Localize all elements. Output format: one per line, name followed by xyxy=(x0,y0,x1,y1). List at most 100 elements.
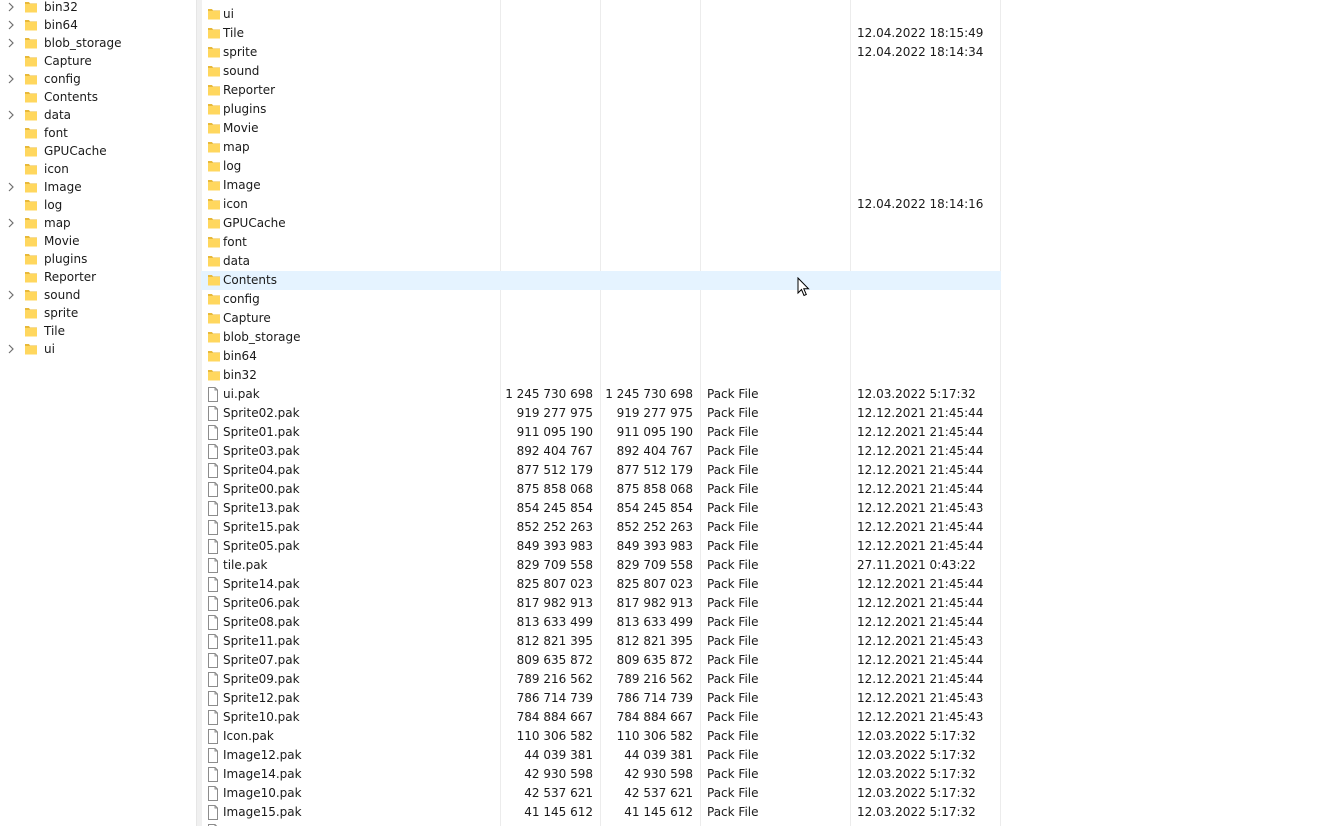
file-name: Sprite11.pak xyxy=(223,634,300,648)
tree-item-tile[interactable]: Tile xyxy=(0,322,196,340)
tree-item-contents[interactable]: Contents xyxy=(0,88,196,106)
file-size-on-disk: 110 306 582 xyxy=(616,729,693,743)
date-modified: 12.12.2021 21:45:44 xyxy=(857,444,984,458)
folder-row[interactable]: blob_storage xyxy=(201,328,1001,347)
chevron-right-icon[interactable] xyxy=(7,74,15,84)
folder-row[interactable]: bin32 xyxy=(201,366,1001,385)
folder-row[interactable]: data xyxy=(201,252,1001,271)
file-name: tile.pak xyxy=(223,558,268,572)
file-name: Sprite03.pak xyxy=(223,444,300,458)
tree-item-label: icon xyxy=(44,162,69,176)
date-modified: 12.04.2022 18:14:16 xyxy=(857,197,984,211)
folder-icon xyxy=(25,308,37,319)
folder-row[interactable]: ui xyxy=(201,5,1001,24)
file-row[interactable]: Sprite04.pak 877 512 179 877 512 179 Pack F… xyxy=(201,461,1001,480)
file-name: Sprite12.pak xyxy=(223,691,300,705)
file-row[interactable]: Sprite05.pak 849 393 983 849 393 983 Pack F… xyxy=(201,537,1001,556)
file-row[interactable]: Sprite12.pak 786 714 739 786 714 739 Pack F… xyxy=(201,689,1001,708)
tree-item-capture[interactable]: Capture xyxy=(0,52,196,70)
folder-row[interactable]: config xyxy=(201,290,1001,309)
tree-item-reporter[interactable]: Reporter xyxy=(0,268,196,286)
file-name: Sprite07.pak xyxy=(223,653,300,667)
file-icon xyxy=(208,425,218,440)
folder-row[interactable]: Reporter xyxy=(201,81,1001,100)
file-row[interactable]: Sprite13.pak 854 245 854 854 245 854 Pack F… xyxy=(201,499,1001,518)
folder-row[interactable]: font xyxy=(201,233,1001,252)
file-row[interactable]: Sprite06.pak 817 982 913 817 982 913 Pack F… xyxy=(201,594,1001,613)
chevron-right-icon[interactable] xyxy=(7,182,15,192)
file-row[interactable]: Image10.pak 42 537 621 42 537 621 Pack File… xyxy=(201,784,1001,803)
tree-item-bin32[interactable]: bin32 xyxy=(0,0,196,16)
tree-item-plugins[interactable]: plugins xyxy=(0,250,196,268)
tree-item-ui[interactable]: ui xyxy=(0,340,196,358)
chevron-right-icon[interactable] xyxy=(7,290,15,300)
file-row[interactable]: Sprite10.pak 784 884 667 784 884 667 Pack F… xyxy=(201,708,1001,727)
chevron-right-icon[interactable] xyxy=(7,2,15,12)
file-row[interactable]: Sprite09.pak 789 216 562 789 216 562 Pack F… xyxy=(201,670,1001,689)
file-row[interactable]: Sprite02.pak 919 277 975 919 277 975 Pack F… xyxy=(201,404,1001,423)
date-modified: 12.04.2022 18:14:34 xyxy=(857,45,984,59)
folder-icon xyxy=(208,370,220,381)
folder-icon xyxy=(208,199,220,210)
chevron-right-icon[interactable] xyxy=(7,110,15,120)
file-icon xyxy=(208,653,218,668)
folder-row[interactable]: Capture xyxy=(201,309,1001,328)
file-row[interactable]: Sprite08.pak 813 633 499 813 633 499 Pack F… xyxy=(201,613,1001,632)
tree-item-icon[interactable]: icon xyxy=(0,160,196,178)
file-row[interactable]: Sprite11.pak 812 821 395 812 821 395 Pack F… xyxy=(201,632,1001,651)
folder-row[interactable]: map xyxy=(201,138,1001,157)
chevron-right-icon[interactable] xyxy=(7,344,15,354)
tree-item-bin64[interactable]: bin64 xyxy=(0,16,196,34)
file-type: Pack File xyxy=(707,387,759,401)
file-row[interactable]: Icon.pak 110 306 582 110 306 582 Pack File 1… xyxy=(201,727,1001,746)
file-row[interactable]: Image14.pak 42 930 598 42 930 598 Pack File… xyxy=(201,765,1001,784)
folder-icon xyxy=(25,218,37,229)
file-name: blob_storage xyxy=(223,330,301,344)
folder-row[interactable]: Tile 12.04.2022 18:15:49 xyxy=(201,24,1001,43)
tree-item-log[interactable]: log xyxy=(0,196,196,214)
folder-icon xyxy=(208,294,220,305)
file-type: Pack File xyxy=(707,615,759,629)
folder-row[interactable]: Image xyxy=(201,176,1001,195)
file-name: Sprite02.pak xyxy=(223,406,300,420)
file-name: map xyxy=(223,140,250,154)
chevron-right-icon[interactable] xyxy=(7,38,15,48)
file-size: 919 277 975 xyxy=(516,406,593,420)
chevron-right-icon[interactable] xyxy=(7,218,15,228)
folder-row[interactable]: bin64 xyxy=(201,347,1001,366)
file-row[interactable] xyxy=(201,822,1001,826)
tree-item-data[interactable]: data xyxy=(0,106,196,124)
chevron-right-icon[interactable] xyxy=(7,20,15,30)
file-row[interactable]: Image12.pak 44 039 381 44 039 381 Pack File… xyxy=(201,746,1001,765)
folder-row[interactable]: icon 12.04.2022 18:14:16 xyxy=(201,195,1001,214)
folder-row[interactable]: sprite 12.04.2022 18:14:34 xyxy=(201,43,1001,62)
folder-row[interactable]: plugins xyxy=(201,100,1001,119)
tree-item-movie[interactable]: Movie xyxy=(0,232,196,250)
tree-item-image[interactable]: Image xyxy=(0,178,196,196)
tree-item-label: GPUCache xyxy=(44,144,107,158)
tree-item-label: Reporter xyxy=(44,270,97,284)
folder-row[interactable]: Contents xyxy=(201,271,1001,290)
file-row[interactable]: Sprite14.pak 825 807 023 825 807 023 Pack F… xyxy=(201,575,1001,594)
file-size-on-disk: 911 095 190 xyxy=(616,425,693,439)
file-row[interactable]: Sprite03.pak 892 404 767 892 404 767 Pack F… xyxy=(201,442,1001,461)
tree-item-gpucache[interactable]: GPUCache xyxy=(0,142,196,160)
tree-item-blob_storage[interactable]: blob_storage xyxy=(0,34,196,52)
tree-item-font[interactable]: font xyxy=(0,124,196,142)
file-row[interactable]: Image15.pak 41 145 612 41 145 612 Pack File… xyxy=(201,803,1001,822)
file-row[interactable]: Sprite00.pak 875 858 068 875 858 068 Pack F… xyxy=(201,480,1001,499)
tree-item-sound[interactable]: sound xyxy=(0,286,196,304)
tree-item-label: config xyxy=(44,72,81,86)
file-row[interactable]: Sprite07.pak 809 635 872 809 635 872 Pack F… xyxy=(201,651,1001,670)
folder-row[interactable]: Movie xyxy=(201,119,1001,138)
file-row[interactable]: tile.pak 829 709 558 829 709 558 Pack File 2… xyxy=(201,556,1001,575)
file-row[interactable]: Sprite15.pak 852 252 263 852 252 263 Pack F… xyxy=(201,518,1001,537)
tree-item-sprite[interactable]: sprite xyxy=(0,304,196,322)
folder-row[interactable]: sound xyxy=(201,62,1001,81)
tree-item-map[interactable]: map xyxy=(0,214,196,232)
folder-row[interactable]: log xyxy=(201,157,1001,176)
file-row[interactable]: ui.pak 1 245 730 698 1 245 730 698 Pack Fil… xyxy=(201,385,1001,404)
tree-item-config[interactable]: config xyxy=(0,70,196,88)
folder-row[interactable]: GPUCache xyxy=(201,214,1001,233)
file-row[interactable]: Sprite01.pak 911 095 190 911 095 190 Pack F… xyxy=(201,423,1001,442)
